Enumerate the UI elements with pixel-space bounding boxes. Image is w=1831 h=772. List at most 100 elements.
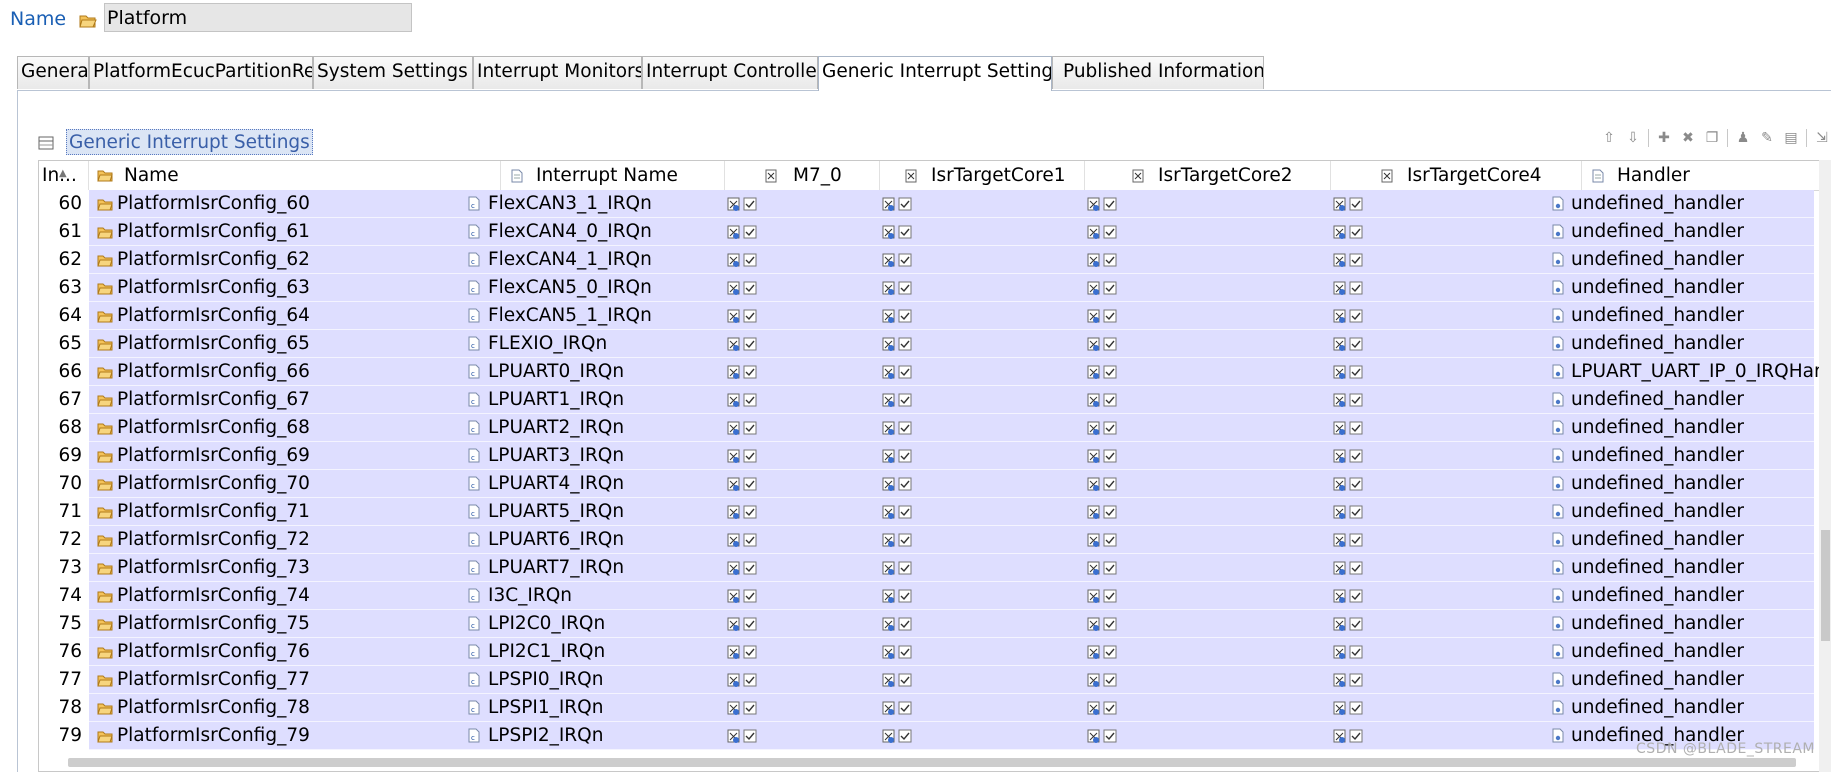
table-row[interactable]: 73 PlatformIsrConfig_73 c LPUART7_IRQn undef… bbox=[39, 554, 1831, 582]
row-name-cell[interactable]: PlatformIsrConfig_75 bbox=[92, 610, 502, 638]
checkbox-checked-icon[interactable] bbox=[882, 196, 914, 212]
checkbox-checked-icon[interactable] bbox=[882, 700, 914, 716]
checkbox-checked-icon[interactable] bbox=[1087, 616, 1119, 632]
row-name-cell[interactable]: PlatformIsrConfig_63 bbox=[92, 274, 502, 302]
row-handler-cell[interactable]: undefined_handler bbox=[1548, 302, 1831, 330]
vertical-scrollbar[interactable] bbox=[1819, 160, 1831, 772]
row-handler-cell[interactable]: undefined_handler bbox=[1548, 498, 1831, 526]
row-name-cell[interactable]: PlatformIsrConfig_77 bbox=[92, 666, 502, 694]
row-interrupt-cell[interactable]: c LPUART1_IRQn bbox=[464, 386, 704, 414]
row-core-toggle-0[interactable] bbox=[727, 190, 767, 218]
table-row[interactable]: 63 PlatformIsrConfig_63 c FlexCAN5_0_IRQn un… bbox=[39, 274, 1831, 302]
row-name-cell[interactable]: PlatformIsrConfig_60 bbox=[92, 190, 502, 218]
row-core-toggle-0[interactable] bbox=[727, 246, 767, 274]
checkbox-checked-icon[interactable] bbox=[727, 560, 759, 576]
row-core-toggle-0[interactable] bbox=[727, 302, 767, 330]
tab-general[interactable]: General bbox=[17, 56, 89, 89]
export-icon[interactable]: ⇲ bbox=[1813, 129, 1831, 147]
row-core-toggle-2[interactable] bbox=[1087, 330, 1127, 358]
checkbox-checked-icon[interactable] bbox=[1333, 420, 1365, 436]
checkbox-checked-icon[interactable] bbox=[727, 364, 759, 380]
row-core-toggle-3[interactable] bbox=[1333, 330, 1373, 358]
row-core-toggle-1[interactable] bbox=[882, 610, 922, 638]
table-row[interactable]: 66 PlatformIsrConfig_66 c LPUART0_IRQn LPUAR… bbox=[39, 358, 1831, 386]
row-name-cell[interactable]: PlatformIsrConfig_74 bbox=[92, 582, 502, 610]
row-handler-cell[interactable]: undefined_handler bbox=[1548, 442, 1831, 470]
row-core-toggle-0[interactable] bbox=[727, 442, 767, 470]
checkbox-checked-icon[interactable] bbox=[882, 252, 914, 268]
checkbox-checked-icon[interactable] bbox=[882, 420, 914, 436]
checkbox-checked-icon[interactable] bbox=[727, 336, 759, 352]
row-name-cell[interactable]: PlatformIsrConfig_62 bbox=[92, 246, 502, 274]
checkbox-checked-icon[interactable] bbox=[882, 504, 914, 520]
user-icon[interactable]: ♟ bbox=[1734, 129, 1752, 147]
checkbox-checked-icon[interactable] bbox=[1087, 364, 1119, 380]
row-interrupt-cell[interactable]: c LPI2C0_IRQn bbox=[464, 610, 704, 638]
table-row[interactable]: 77 PlatformIsrConfig_77 c LPSPI0_IRQn undefi… bbox=[39, 666, 1831, 694]
checkbox-checked-icon[interactable] bbox=[727, 280, 759, 296]
checkbox-checked-icon[interactable] bbox=[882, 644, 914, 660]
row-handler-cell[interactable]: undefined_handler bbox=[1548, 582, 1831, 610]
checkbox-checked-icon[interactable] bbox=[1333, 252, 1365, 268]
checkbox-checked-icon[interactable] bbox=[1087, 504, 1119, 520]
row-core-toggle-0[interactable] bbox=[727, 358, 767, 386]
row-name-cell[interactable]: PlatformIsrConfig_68 bbox=[92, 414, 502, 442]
row-name-cell[interactable]: PlatformIsrConfig_78 bbox=[92, 694, 502, 722]
row-core-toggle-1[interactable] bbox=[882, 414, 922, 442]
checkbox-checked-icon[interactable] bbox=[727, 532, 759, 548]
move-up-icon[interactable]: ⇧ bbox=[1600, 129, 1618, 147]
checkbox-checked-icon[interactable] bbox=[727, 700, 759, 716]
tab-published-information[interactable]: Published Information bbox=[1052, 56, 1264, 89]
checkbox-checked-icon[interactable] bbox=[1087, 588, 1119, 604]
column-header-interrupt-name[interactable]: Interrupt Name bbox=[501, 161, 725, 190]
table-row[interactable]: 64 PlatformIsrConfig_64 c FlexCAN5_1_IRQn un… bbox=[39, 302, 1831, 330]
row-core-toggle-2[interactable] bbox=[1087, 694, 1127, 722]
row-core-toggle-1[interactable] bbox=[882, 246, 922, 274]
checkbox-checked-icon[interactable] bbox=[1333, 644, 1365, 660]
row-handler-cell[interactable]: undefined_handler bbox=[1548, 190, 1831, 218]
row-core-toggle-2[interactable] bbox=[1087, 246, 1127, 274]
checkbox-checked-icon[interactable] bbox=[1333, 700, 1365, 716]
row-interrupt-cell[interactable]: c LPUART0_IRQn bbox=[464, 358, 704, 386]
checkbox-checked-icon[interactable] bbox=[727, 476, 759, 492]
column-header-handler[interactable]: Handler bbox=[1582, 161, 1831, 190]
checkbox-checked-icon[interactable] bbox=[1087, 392, 1119, 408]
row-core-toggle-2[interactable] bbox=[1087, 386, 1127, 414]
checkbox-checked-icon[interactable] bbox=[1087, 644, 1119, 660]
table-row[interactable]: 65 PlatformIsrConfig_65 c FLEXIO_IRQn undefi… bbox=[39, 330, 1831, 358]
row-interrupt-cell[interactable]: c FlexCAN5_1_IRQn bbox=[464, 302, 704, 330]
row-name-cell[interactable]: PlatformIsrConfig_73 bbox=[92, 554, 502, 582]
row-core-toggle-0[interactable] bbox=[727, 386, 767, 414]
checkbox-checked-icon[interactable] bbox=[882, 560, 914, 576]
checkbox-checked-icon[interactable] bbox=[882, 532, 914, 548]
checkbox-checked-icon[interactable] bbox=[1333, 728, 1365, 744]
table-row[interactable]: 78 PlatformIsrConfig_78 c LPSPI1_IRQn undefi… bbox=[39, 694, 1831, 722]
row-core-toggle-1[interactable] bbox=[882, 358, 922, 386]
row-interrupt-cell[interactable]: c LPSPI0_IRQn bbox=[464, 666, 704, 694]
column-header-name[interactable]: Name bbox=[89, 161, 501, 190]
row-handler-cell[interactable]: undefined_handler bbox=[1548, 246, 1831, 274]
row-handler-cell[interactable]: undefined_handler bbox=[1548, 414, 1831, 442]
table-row[interactable]: 72 PlatformIsrConfig_72 c LPUART6_IRQn undef… bbox=[39, 526, 1831, 554]
row-name-cell[interactable]: PlatformIsrConfig_65 bbox=[92, 330, 502, 358]
row-core-toggle-1[interactable] bbox=[882, 638, 922, 666]
table-row[interactable]: 60 PlatformIsrConfig_60 c FlexCAN3_1_IRQn un… bbox=[39, 190, 1831, 218]
row-core-toggle-2[interactable] bbox=[1087, 722, 1127, 750]
checkbox-checked-icon[interactable] bbox=[727, 308, 759, 324]
checkbox-checked-icon[interactable] bbox=[727, 616, 759, 632]
section-title[interactable]: Generic Interrupt Settings bbox=[66, 129, 313, 155]
row-core-toggle-2[interactable] bbox=[1087, 414, 1127, 442]
row-core-toggle-0[interactable] bbox=[727, 582, 767, 610]
checkbox-checked-icon[interactable] bbox=[1333, 448, 1365, 464]
row-interrupt-cell[interactable]: c LPUART7_IRQn bbox=[464, 554, 704, 582]
horizontal-scrollbar[interactable] bbox=[68, 758, 1796, 767]
row-interrupt-cell[interactable]: c FLEXIO_IRQn bbox=[464, 330, 704, 358]
column-header-isr-target-core2[interactable]: IsrTargetCore2 bbox=[1085, 161, 1331, 190]
row-core-toggle-1[interactable] bbox=[882, 554, 922, 582]
row-handler-cell[interactable]: undefined_handler bbox=[1548, 666, 1831, 694]
checkbox-checked-icon[interactable] bbox=[1333, 392, 1365, 408]
checkbox-checked-icon[interactable] bbox=[727, 224, 759, 240]
checkbox-checked-icon[interactable] bbox=[1333, 476, 1365, 492]
row-core-toggle-1[interactable] bbox=[882, 190, 922, 218]
row-name-cell[interactable]: PlatformIsrConfig_66 bbox=[92, 358, 502, 386]
